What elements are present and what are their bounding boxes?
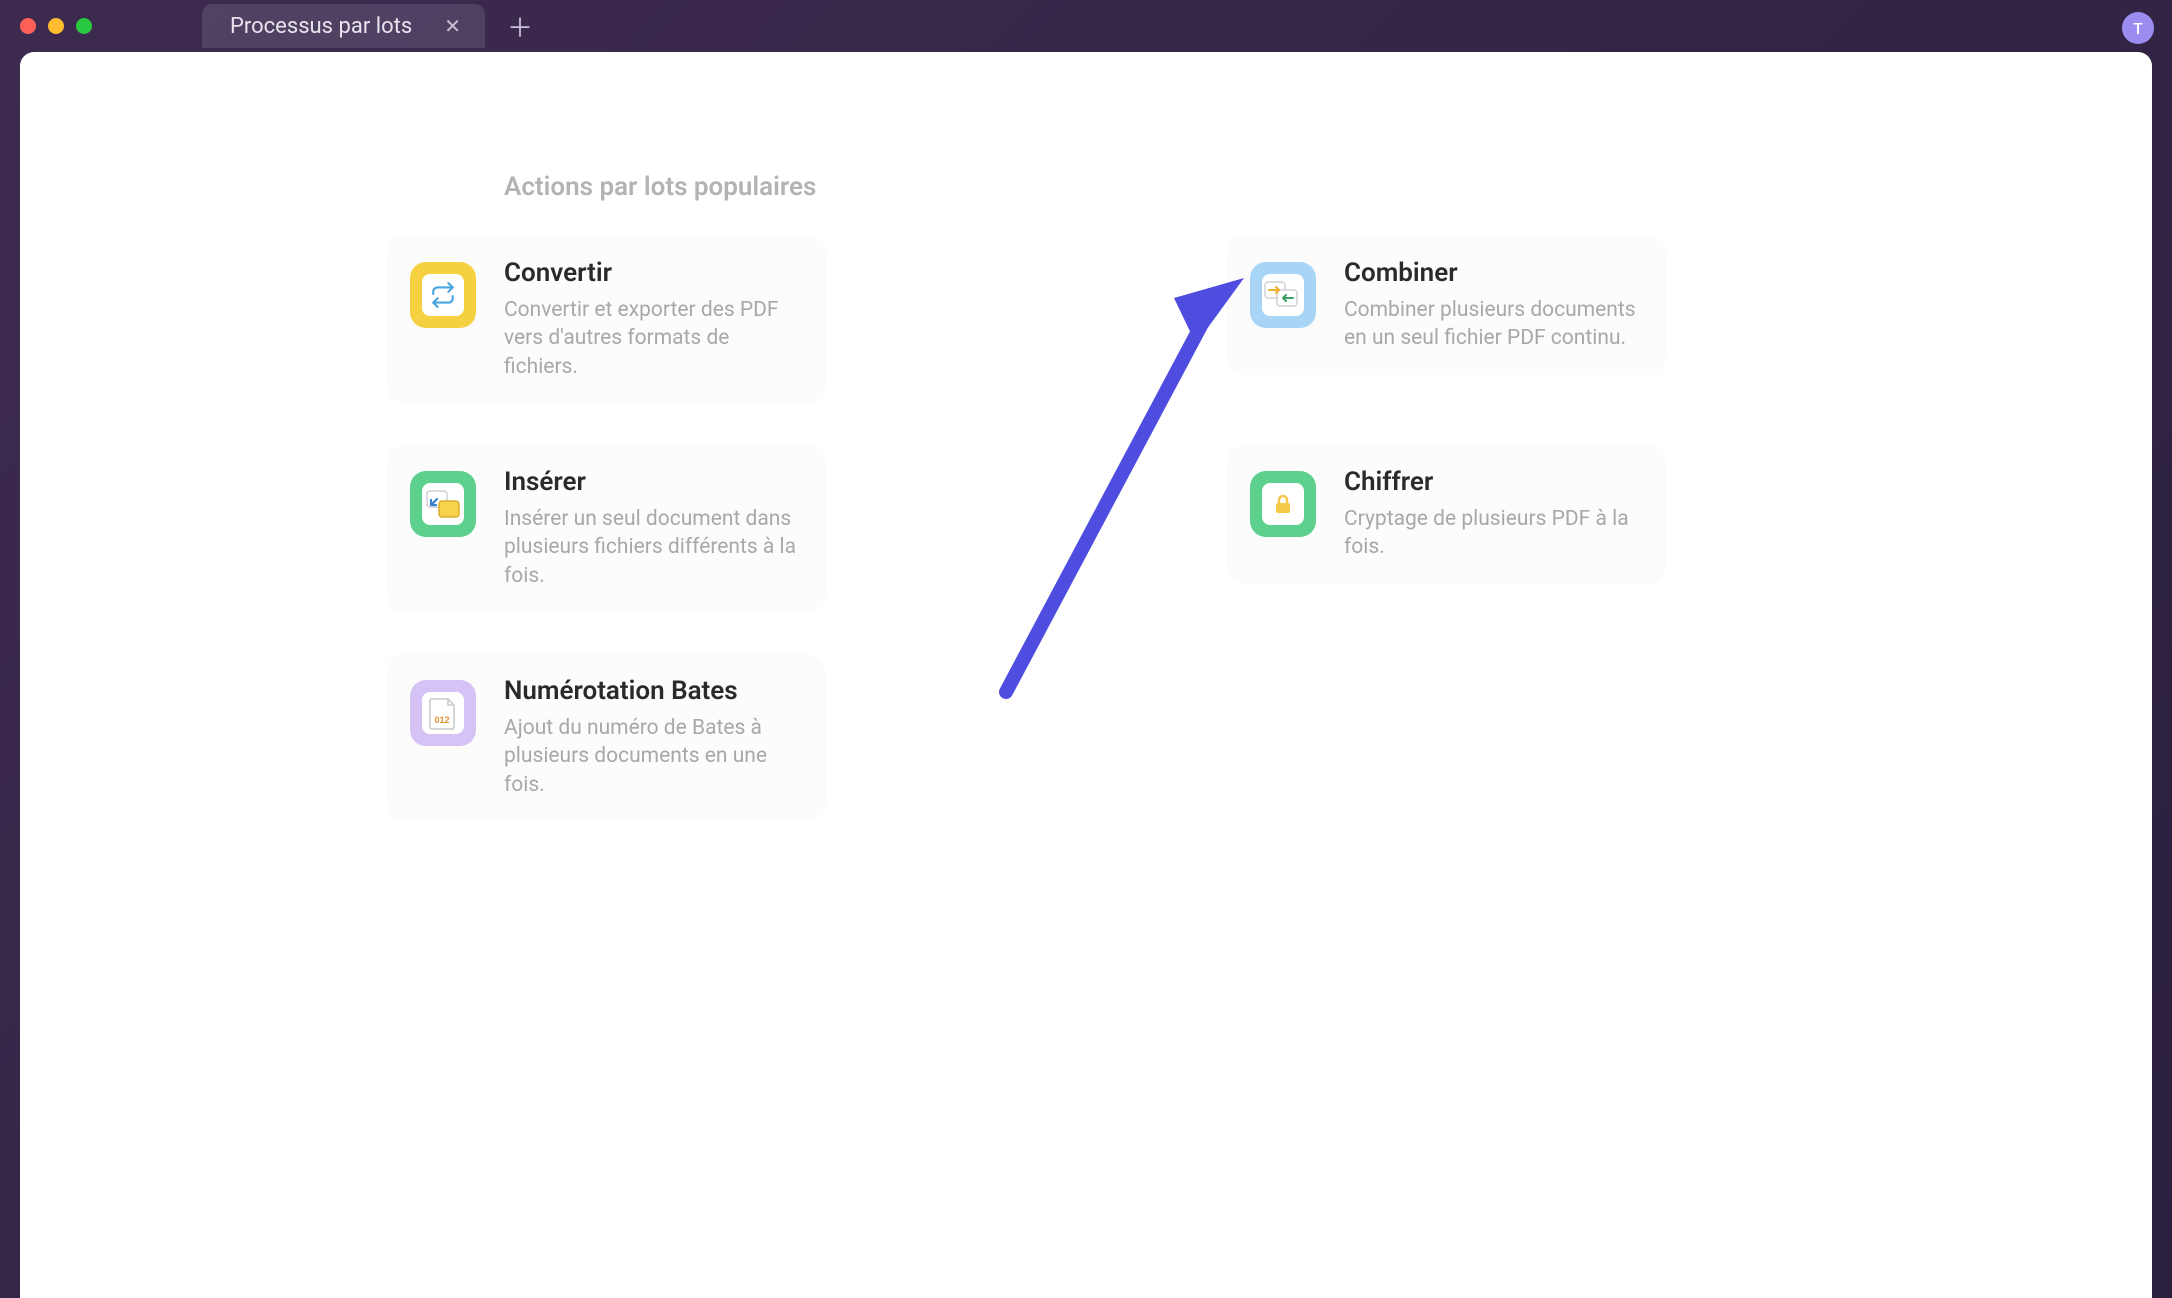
maximize-window-button[interactable]: [76, 18, 92, 34]
card-title: Insérer: [504, 467, 802, 497]
card-text: Convertir Convertir et exporter des PDF …: [504, 258, 802, 381]
close-window-button[interactable]: [20, 18, 36, 34]
section-title: Actions par lots populaires: [504, 172, 1666, 202]
active-tab[interactable]: Processus par lots ✕: [202, 4, 485, 48]
close-tab-icon[interactable]: ✕: [440, 10, 465, 42]
card-title: Combiner: [1344, 258, 1642, 288]
convert-icon: [410, 262, 476, 328]
card-desc: Insérer un seul document dans plusieurs …: [504, 505, 802, 590]
card-text: Chiffrer Cryptage de plusieurs PDF à la …: [1344, 467, 1642, 562]
card-desc: Cryptage de plusieurs PDF à la fois.: [1344, 505, 1642, 562]
user-avatar[interactable]: T: [2122, 12, 2154, 44]
card-title: Convertir: [504, 258, 802, 288]
card-text: Insérer Insérer un seul document dans pl…: [504, 467, 802, 590]
tab-title: Processus par lots: [230, 14, 412, 39]
combine-icon: [1250, 262, 1316, 328]
window-controls: [20, 18, 92, 34]
insert-icon: [410, 471, 476, 537]
card-insert[interactable]: Insérer Insérer un seul document dans pl…: [386, 445, 826, 612]
card-bates[interactable]: 012 Numérotation Bates Ajout du numéro d…: [386, 654, 826, 821]
card-text: Combiner Combiner plusieurs documents en…: [1344, 258, 1642, 353]
card-title: Numérotation Bates: [504, 676, 802, 706]
app-window: Processus par lots ✕ ＋ T Actions par lot…: [0, 0, 2172, 1298]
card-desc: Combiner plusieurs documents en un seul …: [1344, 296, 1642, 353]
cards-grid: Convertir Convertir et exporter des PDF …: [386, 236, 1666, 821]
card-title: Chiffrer: [1344, 467, 1642, 497]
titlebar: Processus par lots ✕ ＋ T: [0, 0, 2172, 52]
card-encrypt[interactable]: Chiffrer Cryptage de plusieurs PDF à la …: [1226, 445, 1666, 584]
bates-icon: 012: [410, 680, 476, 746]
card-desc: Convertir et exporter des PDF vers d'aut…: [504, 296, 802, 381]
svg-text:012: 012: [434, 715, 449, 725]
card-combine[interactable]: Combiner Combiner plusieurs documents en…: [1226, 236, 1666, 375]
card-text: Numérotation Bates Ajout du numéro de Ba…: [504, 676, 802, 799]
encrypt-icon: [1250, 471, 1316, 537]
content-pane: Actions par lots populaires: [20, 52, 2152, 1298]
card-convert[interactable]: Convertir Convertir et exporter des PDF …: [386, 236, 826, 403]
card-desc: Ajout du numéro de Bates à plusieurs doc…: [504, 714, 802, 799]
content-inner: Actions par lots populaires: [386, 172, 1666, 821]
minimize-window-button[interactable]: [48, 18, 64, 34]
new-tab-button[interactable]: ＋: [485, 8, 555, 45]
avatar-initial: T: [2133, 19, 2143, 38]
